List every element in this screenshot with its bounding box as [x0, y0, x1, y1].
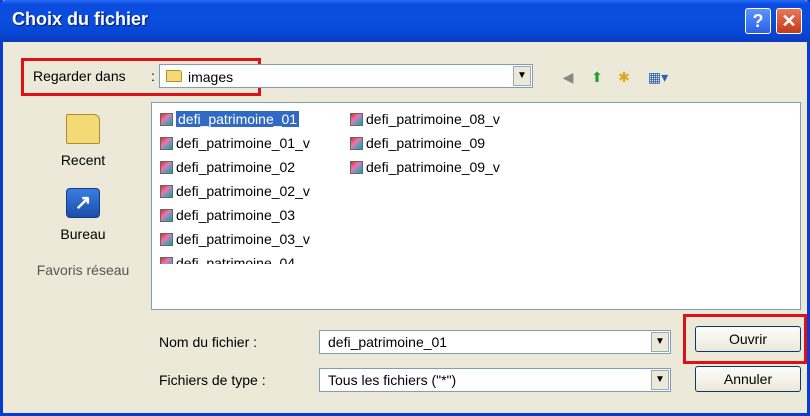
filetype-label: Fichiers de type : [159, 372, 266, 388]
lookin-value: images [188, 69, 234, 85]
cancel-button[interactable]: Annuler [695, 366, 801, 392]
image-file-icon [160, 113, 173, 126]
recent-folder-icon [66, 114, 100, 144]
chevron-down-icon[interactable]: ▼ [513, 66, 531, 86]
image-file-icon [350, 161, 363, 174]
back-icon[interactable]: ◀ [559, 68, 577, 86]
lookin-separator: : [151, 68, 155, 84]
lookin-dropdown[interactable]: images ▼ [159, 64, 533, 88]
help-button[interactable]: ? [745, 8, 771, 34]
list-item[interactable]: defi_patrimoine_03 [160, 205, 295, 225]
image-file-icon [160, 137, 173, 150]
desktop-icon: ↗ [66, 188, 100, 218]
lookin-label: Regarder dans [33, 68, 126, 84]
image-file-icon [160, 161, 173, 174]
image-file-icon [350, 137, 363, 150]
image-file-icon [350, 113, 363, 126]
chevron-down-icon[interactable]: ▼ [651, 370, 669, 390]
image-file-icon [160, 257, 173, 264]
list-item[interactable]: defi_patrimoine_01_v [160, 133, 310, 153]
list-item[interactable]: defi_patrimoine_01 [160, 109, 300, 129]
list-item[interactable]: defi_patrimoine_08_v [350, 109, 500, 129]
filename-value: defi_patrimoine_01 [328, 334, 448, 350]
place-label: Bureau [60, 226, 106, 242]
list-item[interactable]: defi_patrimoine_02 [160, 157, 295, 177]
filename-label: Nom du fichier : [159, 334, 258, 350]
file-dialog: Choix du fichier ? ✕ Regarder dans : ima… [0, 0, 810, 416]
list-item[interactable]: defi_patrimoine_02_v [160, 181, 310, 201]
image-file-icon [160, 233, 173, 246]
list-item[interactable]: defi_patrimoine_03_v [160, 229, 310, 249]
place-network[interactable]: Favoris réseau [25, 258, 141, 276]
filetype-select[interactable]: Tous les fichiers ("*") ▼ [319, 368, 671, 392]
place-desktop[interactable]: ↗ Bureau [25, 188, 141, 242]
place-label: Favoris réseau [36, 262, 130, 276]
chevron-down-icon[interactable]: ▼ [651, 332, 669, 352]
new-folder-icon[interactable]: ✱ [615, 68, 633, 86]
filetype-value: Tous les fichiers ("*") [328, 372, 457, 388]
open-button[interactable]: Ouvrir [695, 326, 801, 352]
image-file-icon [160, 185, 173, 198]
file-list[interactable]: defi_patrimoine_01 defi_patrimoine_01_v … [151, 102, 801, 310]
places-bar: Recent ↗ Bureau Favoris réseau [25, 106, 141, 286]
window-title: Choix du fichier [12, 9, 149, 29]
place-recent[interactable]: Recent [25, 106, 141, 168]
list-item[interactable]: defi_patrimoine_09_v [350, 157, 500, 177]
close-button[interactable]: ✕ [776, 8, 802, 34]
image-file-icon [160, 209, 173, 222]
view-menu-icon[interactable]: ▦▾ [643, 68, 673, 86]
title-bar[interactable]: Choix du fichier ? ✕ [0, 0, 810, 42]
filename-field[interactable]: defi_patrimoine_01 ▼ [319, 330, 671, 354]
list-item[interactable]: defi_patrimoine_09 [350, 133, 485, 153]
place-label: Recent [60, 152, 106, 168]
up-folder-icon[interactable]: ⬆ [588, 68, 606, 86]
folder-icon [166, 70, 182, 82]
list-item[interactable]: defi_patrimoine_04 [160, 253, 295, 264]
